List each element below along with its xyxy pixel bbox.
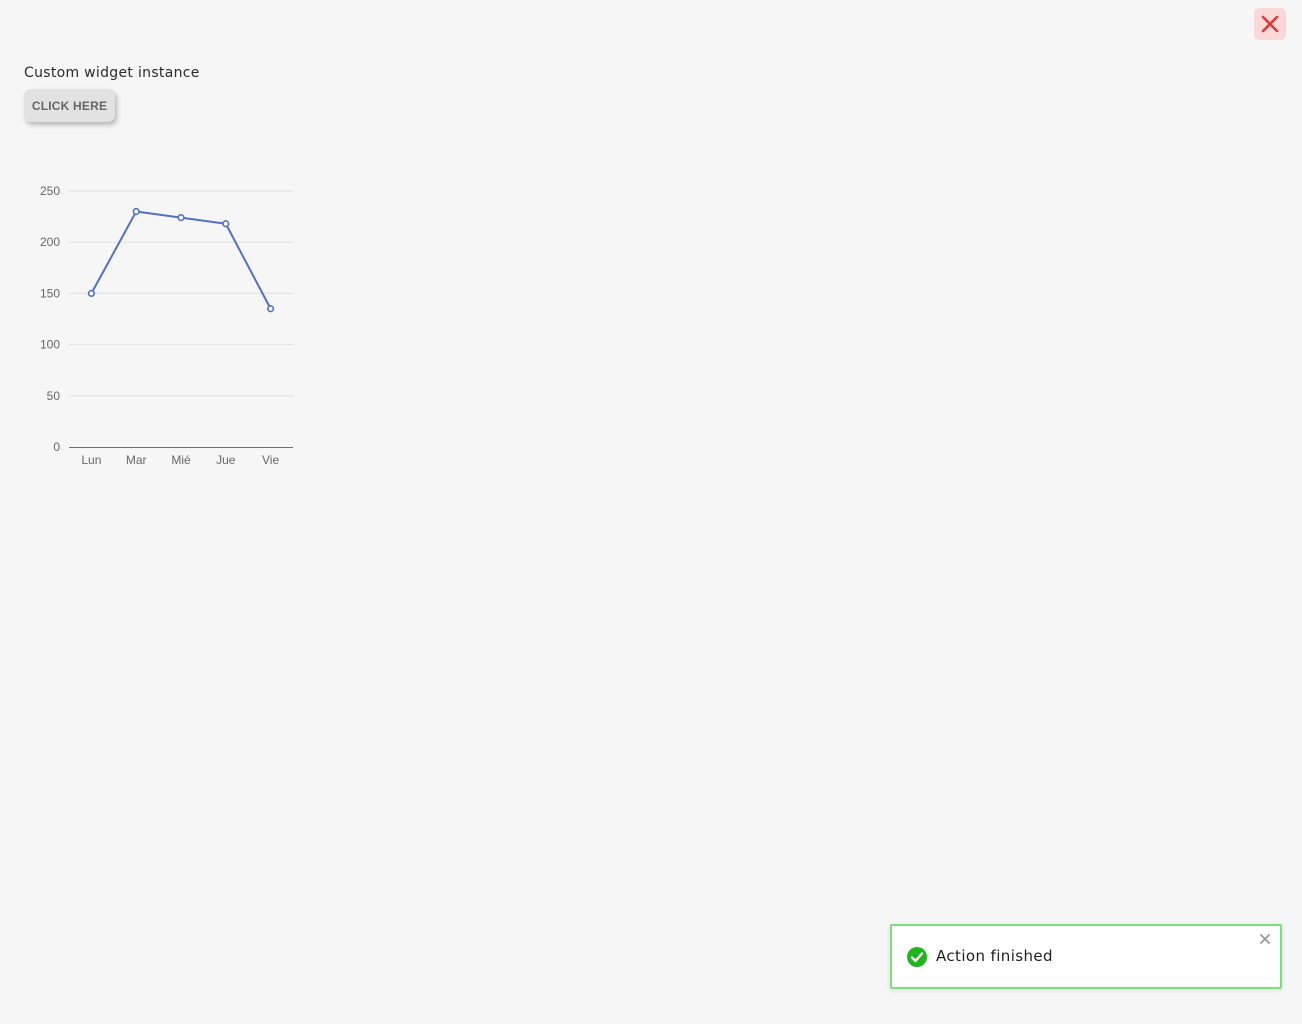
y-tick-label: 0 — [53, 440, 60, 454]
toast-close-icon[interactable] — [1258, 932, 1272, 946]
x-tick-label: Lun — [81, 453, 101, 467]
data-point — [87, 289, 95, 297]
click-here-button[interactable]: CLICK HERE — [24, 89, 115, 122]
y-tick-label: 100 — [40, 338, 60, 352]
x-tick-label: Vie — [262, 453, 279, 467]
data-point — [222, 220, 230, 228]
y-tick-label: 250 — [40, 184, 60, 198]
x-tick-label: Jue — [216, 453, 236, 467]
close-button[interactable] — [1254, 8, 1286, 40]
close-icon — [1261, 15, 1279, 33]
toast-notification: Action finished — [890, 924, 1282, 989]
y-tick-label: 200 — [40, 235, 60, 249]
data-point — [177, 214, 185, 222]
data-point — [267, 305, 275, 313]
check-circle-icon — [907, 947, 927, 967]
y-tick-label: 150 — [40, 286, 60, 300]
series-line — [90, 210, 272, 310]
x-tick-label: Mié — [171, 453, 191, 467]
line-chart: 0 50 100 150 200 250 Lun Mar Mié Jue Vie — [40, 184, 293, 467]
data-point — [132, 207, 140, 216]
widget-title: Custom widget instance — [24, 65, 200, 81]
toast-message: Action finished — [936, 947, 1053, 965]
x-tick-label: Mar — [126, 453, 147, 467]
y-tick-label: 50 — [47, 389, 61, 403]
